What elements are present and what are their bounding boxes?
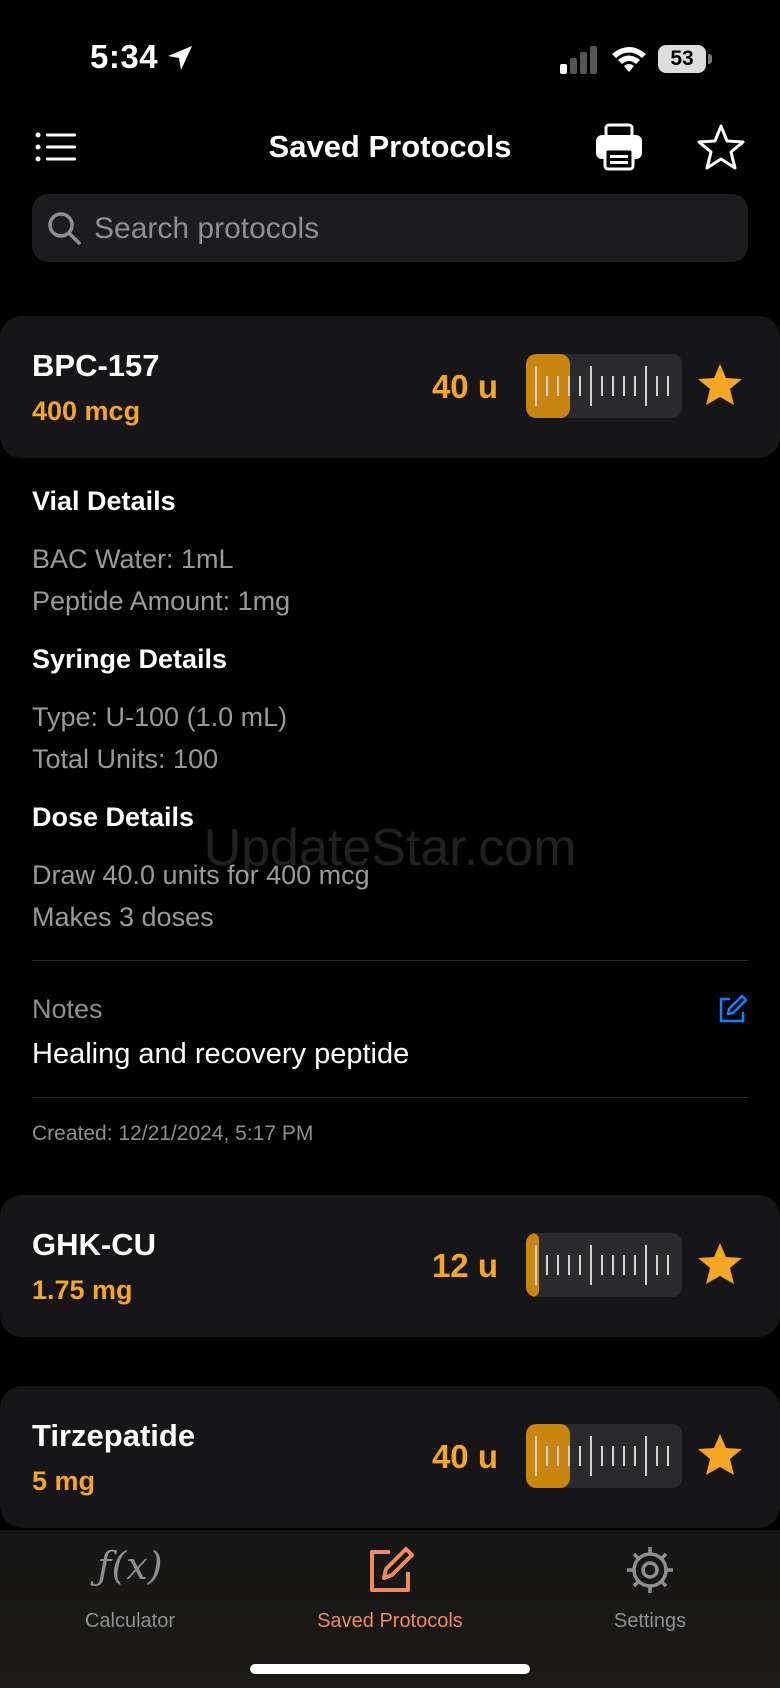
notes-label: Notes: [32, 994, 103, 1024]
tab-calculator[interactable]: ƒ(x) Calculator: [0, 1530, 260, 1650]
divider: [32, 1097, 748, 1098]
wifi-icon: [612, 47, 646, 72]
favorites-filter-star-icon[interactable]: [696, 123, 746, 173]
protocol-units: 40 u: [431, 368, 498, 405]
protocol-name: Tirzepatide: [32, 1418, 196, 1453]
syringe-gauge: [526, 1424, 682, 1488]
syringe-ticks: [535, 1245, 669, 1285]
app-screen: 5:34 53 Saved Protocols Search protocols…: [0, 0, 780, 1688]
notes-text: Healing and recovery peptide: [32, 1038, 410, 1070]
battery-icon: 53: [658, 45, 712, 73]
nav-bar: Saved Protocols: [0, 115, 780, 185]
location-arrow-icon: [168, 46, 192, 70]
syringe-ticks: [535, 366, 669, 406]
cellular-signal-icon: [560, 46, 597, 74]
search-input[interactable]: [92, 194, 736, 264]
syringe-ticks: [535, 1436, 669, 1476]
page-title: Saved Protocols: [268, 129, 512, 164]
total-units-value: Total Units: 100: [32, 744, 219, 774]
syringe-gauge: [526, 354, 682, 418]
vial-details-heading: Vial Details: [32, 486, 176, 516]
status-bar: 5:34 53: [0, 0, 780, 120]
syringe-type-value: Type: U-100 (1.0 mL): [32, 702, 288, 732]
protocol-units: 12 u: [431, 1247, 498, 1284]
tab-label: Settings: [613, 1610, 687, 1632]
search-icon: [48, 212, 81, 245]
tab-label: Saved Protocols: [317, 1610, 463, 1632]
watermark: UpdateStar.com: [203, 819, 577, 877]
print-icon[interactable]: [594, 123, 644, 171]
tab-label: Calculator: [84, 1610, 176, 1632]
battery-level: 53: [670, 47, 694, 70]
protocol-dose: 1.75 mg: [32, 1275, 133, 1305]
search-bar[interactable]: [32, 194, 748, 264]
protocol-dose: 5 mg: [32, 1466, 96, 1496]
gear-icon: [627, 1547, 673, 1593]
protocol-card-ghk-cu[interactable]: GHK-CU 1.75 mg 12 u: [0, 1195, 780, 1337]
favorite-star-icon[interactable]: [696, 362, 744, 408]
protocol-card-tirzepatide[interactable]: Tirzepatide 5 mg 40 u: [0, 1386, 780, 1528]
home-indicator: [250, 1664, 530, 1674]
protocol-card-bpc-157[interactable]: BPC-157 400 mcg 40 u: [0, 316, 780, 458]
doses-count-value: Makes 3 doses: [32, 902, 214, 932]
bac-water-value: BAC Water: 1mL: [32, 544, 234, 574]
battery-tip: [708, 54, 712, 64]
tab-settings[interactable]: Settings: [520, 1530, 780, 1650]
created-timestamp: Created: 12/21/2024, 5:17 PM: [32, 1122, 314, 1145]
status-time: 5:34: [90, 38, 159, 75]
edit-notes-icon[interactable]: [716, 994, 748, 1026]
peptide-amount-value: Peptide Amount: 1mg: [32, 586, 291, 616]
protocol-name: GHK-CU: [32, 1227, 156, 1262]
divider: [32, 960, 748, 961]
protocol-dose: 400 mcg: [32, 396, 141, 426]
protocol-name: BPC-157: [32, 348, 160, 383]
syringe-gauge: [526, 1233, 682, 1297]
favorite-star-icon[interactable]: [696, 1432, 744, 1478]
function-icon: ƒ(x): [97, 1544, 163, 1588]
syringe-details-heading: Syringe Details: [32, 644, 228, 674]
tab-saved-protocols[interactable]: Saved Protocols: [260, 1530, 520, 1650]
compose-icon: [370, 1547, 414, 1592]
favorite-star-icon[interactable]: [696, 1241, 744, 1287]
protocol-units: 40 u: [431, 1438, 498, 1475]
